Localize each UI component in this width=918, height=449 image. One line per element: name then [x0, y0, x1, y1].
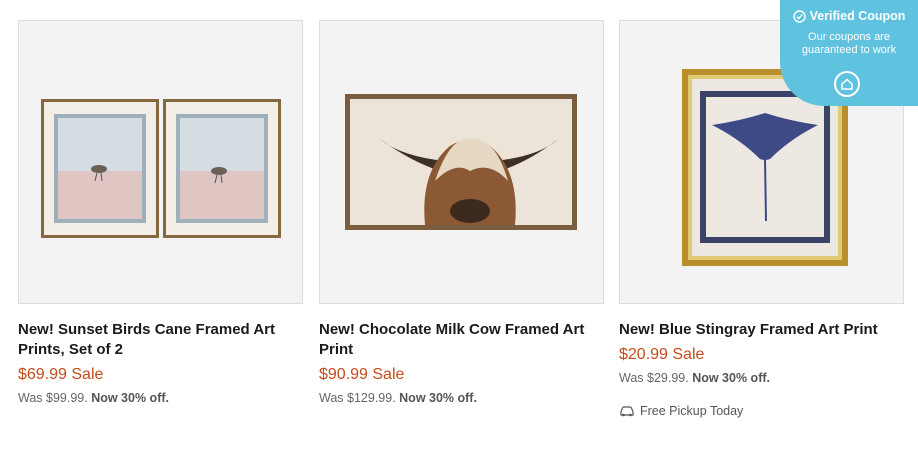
sale-price: $90.99 Sale — [319, 366, 405, 383]
coupon-header: Verified Coupon — [780, 9, 918, 23]
product-image[interactable] — [18, 20, 303, 304]
product-card[interactable]: New! Sunset Birds Cane Framed Art Prints… — [18, 20, 303, 406]
framed-art-birds-image — [41, 99, 281, 238]
check-circle-icon — [792, 9, 806, 23]
product-grid: New! Sunset Birds Cane Framed Art Prints… — [0, 0, 918, 449]
pickup-text: Free Pickup Today — [640, 404, 744, 418]
discount-text: Now 30% off. — [399, 391, 477, 405]
was-price: Was $129.99. — [319, 391, 396, 405]
framed-art-cow-image — [345, 94, 577, 230]
original-price: Was $29.99. Now 30% off. — [619, 370, 904, 386]
original-price: Was $99.99. Now 30% off. — [18, 390, 303, 406]
product-image[interactable] — [319, 20, 604, 304]
original-price: Was $129.99. Now 30% off. — [319, 390, 604, 406]
free-pickup: Free Pickup Today — [619, 404, 904, 418]
verified-coupon-badge[interactable]: Verified Coupon Our coupons are guarante… — [780, 0, 918, 106]
coupon-subtitle: Our coupons are guaranteed to work — [801, 31, 897, 56]
home-icon[interactable] — [834, 71, 860, 97]
was-price: Was $99.99. — [18, 391, 88, 405]
sale-price: $20.99 Sale — [619, 346, 705, 363]
coupon-title: Verified Coupon — [809, 9, 906, 23]
sale-price: $69.99 Sale — [18, 366, 104, 383]
product-title[interactable]: New! Sunset Birds Cane Framed Art Prints… — [18, 320, 293, 360]
product-title[interactable]: New! Chocolate Milk Cow Framed Art Print — [319, 320, 594, 360]
product-title[interactable]: New! Blue Stingray Framed Art Print — [619, 320, 894, 340]
discount-text: Now 30% off. — [692, 371, 770, 385]
car-icon — [620, 406, 634, 417]
product-card[interactable]: New! Chocolate Milk Cow Framed Art Print… — [319, 20, 604, 406]
discount-text: Now 30% off. — [91, 391, 169, 405]
was-price: Was $29.99. — [619, 371, 689, 385]
